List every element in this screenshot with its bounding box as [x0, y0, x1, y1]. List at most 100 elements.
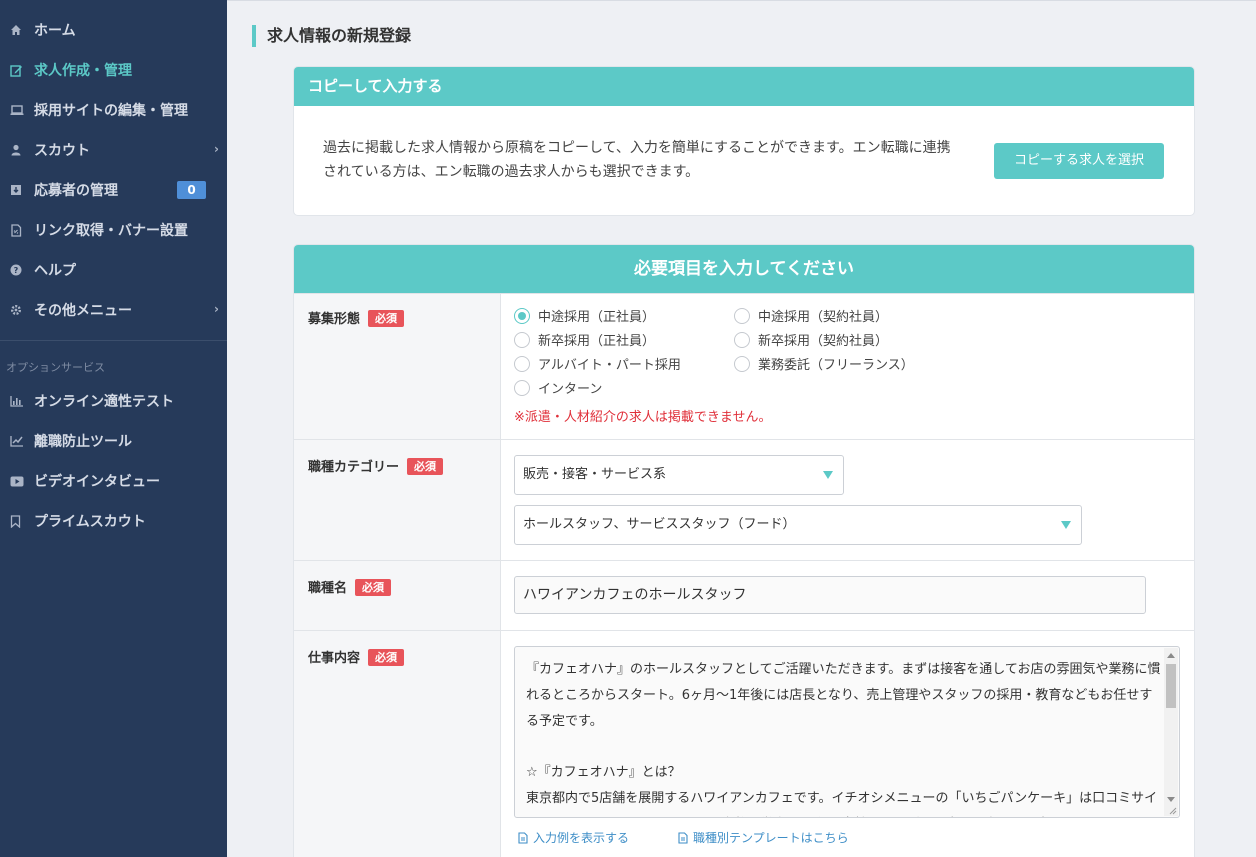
- job-form: 必要項目を入力してください 募集形態 必須 中途採用（正社員） 中途採用（契約社員…: [294, 245, 1194, 857]
- document-link-icon: [10, 223, 34, 237]
- dispatch-warning-note: ※派遣・人材紹介の求人は掲載できません。: [514, 410, 772, 425]
- sidebar: ホーム 求人作成・管理 採用サイトの編集・管理 スカウト › 応募者の管理 0 …: [0, 0, 227, 857]
- radio-circle: [734, 331, 750, 348]
- sidebar-item-aptitude-test[interactable]: オンライン適性テスト: [0, 381, 227, 421]
- sidebar-item-label: スカウト: [34, 143, 90, 159]
- caret-down-icon: [1061, 521, 1071, 529]
- page-title: 求人情報の新規登録: [252, 25, 411, 47]
- download-icon: [10, 184, 34, 196]
- select-job-to-copy-button[interactable]: コピーする求人を選択: [994, 143, 1164, 179]
- employment-type-row: 募集形態 必須 中途採用（正社員） 中途採用（契約社員） 新卒採用（正社員） 新卒…: [294, 293, 1194, 439]
- resize-grip-icon[interactable]: [1167, 805, 1177, 815]
- textarea-scrollbar[interactable]: [1164, 648, 1178, 816]
- radio-label: 新卒採用（正社員）: [538, 334, 656, 349]
- sidebar-item-retention-tool[interactable]: 離職防止ツール: [0, 421, 227, 461]
- document-icon: [518, 831, 528, 844]
- sidebar-item-label: プライムスカウト: [34, 514, 146, 530]
- user-icon: [10, 144, 34, 156]
- radio-circle-selected: [514, 307, 530, 324]
- copy-section-description: 過去に掲載した求人情報から原稿をコピーして、入力を簡単にすることができます。エン…: [323, 140, 951, 180]
- radio-new-grad-contract[interactable]: 新卒採用（契約社員）: [734, 330, 888, 349]
- job-category-label: 職種カテゴリー: [308, 460, 400, 475]
- sidebar-item-home[interactable]: ホーム: [0, 10, 227, 50]
- radio-label: 中途採用（契約社員）: [758, 310, 889, 325]
- bar-chart-icon: [10, 395, 34, 407]
- radio-intern[interactable]: インターン: [514, 378, 602, 397]
- copy-section-header: コピーして入力する: [294, 67, 1194, 106]
- radio-circle: [514, 331, 530, 348]
- line-chart-icon: [10, 435, 34, 447]
- svg-text:?: ?: [14, 266, 19, 275]
- sidebar-item-scout[interactable]: スカウト ›: [0, 130, 227, 170]
- main-content: 求人情報の新規登録 コピーして入力する 過去に掲載した求人情報から原稿をコピーし…: [227, 0, 1256, 857]
- sidebar-item-label: 求人作成・管理: [34, 63, 132, 79]
- sidebar-item-label: その他メニュー: [34, 303, 132, 319]
- job-title-input[interactable]: ハワイアンカフェのホールスタッフ: [514, 576, 1146, 614]
- sidebar-item-prime-scout[interactable]: プライムスカウト: [0, 501, 227, 541]
- sidebar-item-label: オンライン適性テスト: [34, 394, 174, 410]
- radio-circle: [514, 379, 530, 396]
- sidebar-item-label: ホーム: [34, 23, 76, 39]
- template-by-job-link[interactable]: 職種別テンプレートはこちら: [678, 829, 849, 846]
- employment-type-label: 募集形態: [308, 312, 361, 327]
- sidebar-item-video-interview[interactable]: ビデオインタビュー: [0, 461, 227, 501]
- radio-label: 業務委託（フリーランス）: [758, 358, 914, 373]
- sidebar-item-applicants[interactable]: 応募者の管理 0: [0, 170, 227, 210]
- home-icon: [10, 24, 34, 36]
- radio-label: インターン: [538, 382, 603, 397]
- job-title-label: 職種名: [308, 581, 348, 596]
- sidebar-item-label: 応募者の管理: [34, 183, 118, 199]
- form-header: 必要項目を入力してください: [294, 245, 1194, 293]
- radio-part-time[interactable]: アルバイト・パート採用: [514, 354, 681, 373]
- chevron-right-icon: ›: [214, 142, 219, 156]
- scroll-up-arrow-icon[interactable]: [1167, 653, 1175, 658]
- radio-freelance[interactable]: 業務委託（フリーランス）: [734, 354, 914, 373]
- sidebar-item-label: ヘルプ: [34, 263, 76, 279]
- radio-label: アルバイト・パート採用: [538, 358, 681, 373]
- option-services-heading: オプションサービス: [6, 361, 105, 374]
- laptop-icon: [10, 104, 34, 116]
- job-description-row: 仕事内容 必須 『カフェオハナ』のホールスタッフとしてご活躍いただきます。まずは接…: [294, 630, 1194, 857]
- sidebar-item-label: ビデオインタビュー: [34, 474, 160, 490]
- job-category-secondary-select[interactable]: ホールスタッフ、サービススタッフ（フード）: [514, 505, 1082, 545]
- radio-circle: [514, 355, 530, 372]
- link-text: 職種別テンプレートはこちら: [693, 831, 849, 845]
- job-description-label: 仕事内容: [308, 651, 361, 666]
- document-icon: [678, 831, 688, 844]
- bookmark-icon: [10, 514, 34, 528]
- sidebar-item-site-editing[interactable]: 採用サイトの編集・管理: [0, 90, 227, 130]
- required-badge: 必須: [355, 579, 392, 596]
- radio-mid-career-contract[interactable]: 中途採用（契約社員）: [734, 306, 888, 325]
- sidebar-item-label: リンク取得・バナー設置: [34, 223, 188, 239]
- scroll-down-arrow-icon[interactable]: [1167, 797, 1175, 802]
- job-description-text: 『カフェオハナ』のホールスタッフとしてご活躍いただきます。まずは接客を通してお店…: [526, 662, 1161, 817]
- sidebar-item-help[interactable]: ? ヘルプ: [0, 250, 227, 290]
- required-badge: 必須: [368, 649, 405, 666]
- link-text: 入力例を表示する: [533, 831, 630, 845]
- show-example-link[interactable]: 入力例を表示する: [518, 829, 629, 846]
- edit-icon: [10, 64, 34, 77]
- copy-section: コピーして入力する 過去に掲載した求人情報から原稿をコピーして、入力を簡単にする…: [294, 67, 1194, 215]
- job-description-textarea[interactable]: 『カフェオハナ』のホールスタッフとしてご活躍いただきます。まずは接客を通してお店…: [514, 646, 1180, 818]
- radio-circle: [734, 307, 750, 324]
- play-icon: [10, 476, 34, 487]
- radio-label: 中途採用（正社員）: [538, 310, 656, 325]
- caret-down-icon: [823, 471, 833, 479]
- field-label-cell: 職種名 必須: [294, 561, 501, 630]
- radio-mid-career-regular[interactable]: 中途採用（正社員）: [514, 306, 655, 325]
- job-title-row: 職種名 必須 ハワイアンカフェのホールスタッフ: [294, 560, 1194, 630]
- radio-new-grad-regular[interactable]: 新卒採用（正社員）: [514, 330, 655, 349]
- field-label-cell: 仕事内容 必須: [294, 631, 501, 857]
- job-category-primary-select[interactable]: 販売・接客・サービス系: [514, 455, 844, 495]
- field-label-cell: 職種カテゴリー 必須: [294, 440, 501, 560]
- chevron-right-icon: ›: [214, 302, 219, 316]
- sidebar-item-job-management[interactable]: 求人作成・管理: [0, 50, 227, 90]
- scroll-thumb[interactable]: [1166, 664, 1176, 708]
- job-category-row: 職種カテゴリー 必須 販売・接客・サービス系 ホールスタッフ、サービススタッフ（フ…: [294, 439, 1194, 560]
- select-value: 販売・接客・サービス系: [523, 467, 667, 482]
- required-badge: 必須: [368, 310, 405, 327]
- sidebar-item-label: 採用サイトの編集・管理: [34, 103, 188, 119]
- required-badge: 必須: [407, 458, 444, 475]
- sidebar-item-links-banners[interactable]: リンク取得・バナー設置: [0, 210, 227, 250]
- sidebar-item-other-menu[interactable]: その他メニュー ›: [0, 290, 227, 330]
